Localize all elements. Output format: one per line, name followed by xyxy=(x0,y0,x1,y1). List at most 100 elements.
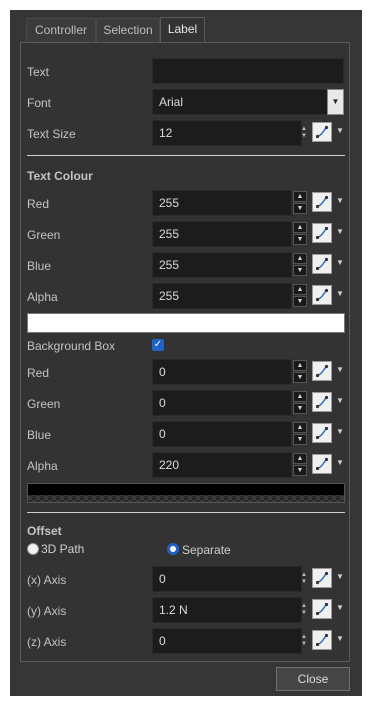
function-curve-button[interactable] xyxy=(312,361,332,381)
background-box-checkbox[interactable]: ✓ xyxy=(152,339,164,351)
bg-alpha-input[interactable]: 220 xyxy=(152,452,292,478)
y-axis-row: (y) Axis 1.2 N ▲ ▼ ▼ xyxy=(21,597,351,625)
x-axis-row: (x) Axis 0 ▲ ▼ ▼ xyxy=(21,566,351,594)
text-red-stepper[interactable]: ▲ ▼ xyxy=(293,191,307,215)
close-button[interactable]: Close xyxy=(276,667,350,691)
chevron-down-icon[interactable]: ▼ xyxy=(336,227,344,236)
function-curve-icon xyxy=(315,602,329,616)
function-curve-button[interactable] xyxy=(312,285,332,305)
text-red-label: Red xyxy=(27,197,50,211)
function-curve-button[interactable] xyxy=(312,122,332,142)
arrow-up-icon[interactable]: ▲ xyxy=(293,222,307,233)
bg-green-input[interactable]: 0 xyxy=(152,390,292,416)
bg-red-input[interactable]: 0 xyxy=(152,359,292,385)
text-colour-swatch[interactable] xyxy=(27,313,345,333)
bg-blue-stepper[interactable]: ▲ ▼ xyxy=(293,422,307,446)
separate-label: Separate xyxy=(182,543,231,557)
arrow-up-icon[interactable]: ▲ xyxy=(293,191,307,202)
function-curve-button[interactable] xyxy=(312,223,332,243)
text-green-label: Green xyxy=(27,228,61,242)
text-blue-stepper[interactable]: ▲ ▼ xyxy=(293,253,307,277)
bg-blue-label: Blue xyxy=(27,428,52,442)
checkmark-icon: ✓ xyxy=(153,339,163,350)
bg-red-stepper[interactable]: ▲ ▼ xyxy=(293,360,307,384)
x-axis-stepper[interactable]: ▲ ▼ xyxy=(300,572,308,586)
function-curve-icon xyxy=(315,288,329,302)
arrow-down-icon[interactable]: ▼ xyxy=(293,434,307,445)
function-curve-button[interactable] xyxy=(312,192,332,212)
arrow-down-icon[interactable]: ▼ xyxy=(293,372,307,383)
function-curve-icon xyxy=(315,125,329,139)
arrow-up-icon[interactable]: ▲ xyxy=(293,360,307,371)
chevron-down-icon[interactable]: ▼ xyxy=(336,289,344,298)
x-axis-input[interactable]: 0 xyxy=(152,566,302,592)
arrow-up-icon[interactable]: ▲ xyxy=(293,422,307,433)
separate-radio[interactable] xyxy=(167,543,179,555)
text-red-input[interactable]: 255 xyxy=(152,190,292,216)
function-curve-button[interactable] xyxy=(312,454,332,474)
3d-path-radio[interactable] xyxy=(27,543,39,555)
text-blue-input[interactable]: 255 xyxy=(152,252,292,278)
arrow-up-icon[interactable]: ▲ xyxy=(293,453,307,464)
text-size-input[interactable]: 12 xyxy=(152,120,302,146)
chevron-down-icon[interactable]: ▼ xyxy=(336,396,344,405)
function-curve-icon xyxy=(315,226,329,240)
chevron-down-icon[interactable]: ▼ xyxy=(336,258,344,267)
arrow-down-icon[interactable]: ▼ xyxy=(293,403,307,414)
chevron-down-icon[interactable]: ▼ xyxy=(336,196,344,205)
bg-green-row: Green 0 ▲ ▼ ▼ xyxy=(21,390,351,418)
chevron-down-icon[interactable]: ▼ xyxy=(336,603,344,612)
bg-alpha-stepper[interactable]: ▲ ▼ xyxy=(293,453,307,477)
arrow-up-icon[interactable]: ▲ xyxy=(293,284,307,295)
y-axis-stepper[interactable]: ▲ ▼ xyxy=(300,603,308,617)
chevron-down-icon[interactable]: ▼ xyxy=(336,126,344,135)
bg-green-stepper[interactable]: ▲ ▼ xyxy=(293,391,307,415)
function-curve-button[interactable] xyxy=(312,599,332,619)
bg-blue-row: Blue 0 ▲ ▼ ▼ xyxy=(21,421,351,449)
text-row: Text xyxy=(21,58,351,86)
arrow-down-icon[interactable]: ▼ xyxy=(293,465,307,476)
arrow-down-icon[interactable]: ▼ xyxy=(293,265,307,276)
text-alpha-stepper[interactable]: ▲ ▼ xyxy=(293,284,307,308)
function-curve-icon xyxy=(315,633,329,647)
function-curve-button[interactable] xyxy=(312,423,332,443)
chevron-down-icon[interactable]: ▼ xyxy=(336,572,344,581)
text-input[interactable] xyxy=(152,58,344,84)
bg-red-row: Red 0 ▲ ▼ ▼ xyxy=(21,359,351,387)
function-curve-icon xyxy=(315,195,329,209)
tab-selection[interactable]: Selection xyxy=(96,18,160,42)
bg-blue-input[interactable]: 0 xyxy=(152,421,292,447)
arrow-down-icon[interactable]: ▼ xyxy=(293,234,307,245)
function-curve-icon xyxy=(315,395,329,409)
bg-alpha-label: Alpha xyxy=(27,459,58,473)
background-colour-swatch[interactable] xyxy=(27,483,345,503)
function-curve-button[interactable] xyxy=(312,630,332,650)
offset-heading: Offset xyxy=(27,524,62,538)
text-green-input[interactable]: 255 xyxy=(152,221,292,247)
tab-controller[interactable]: Controller xyxy=(26,18,96,42)
chevron-down-icon[interactable]: ▼ xyxy=(336,365,344,374)
function-curve-button[interactable] xyxy=(312,392,332,412)
chevron-down-icon[interactable]: ▼ xyxy=(336,427,344,436)
tab-label[interactable]: Label xyxy=(160,17,205,42)
3d-path-label: 3D Path xyxy=(41,542,85,556)
font-select[interactable]: Arial xyxy=(152,89,328,115)
y-axis-input[interactable]: 1.2 N xyxy=(152,597,302,623)
z-axis-stepper[interactable]: ▲ ▼ xyxy=(300,634,308,648)
arrow-up-icon[interactable]: ▲ xyxy=(293,253,307,264)
font-dropdown-button[interactable]: ▼ xyxy=(327,89,344,115)
text-alpha-input[interactable]: 255 xyxy=(152,283,292,309)
text-green-stepper[interactable]: ▲ ▼ xyxy=(293,222,307,246)
arrow-down-icon[interactable]: ▼ xyxy=(293,296,307,307)
function-curve-button[interactable] xyxy=(312,254,332,274)
chevron-down-icon[interactable]: ▼ xyxy=(336,458,344,467)
arrow-up-icon[interactable]: ▲ xyxy=(293,391,307,402)
z-axis-input[interactable]: 0 xyxy=(152,628,302,654)
text-size-stepper[interactable]: ▲ ▼ xyxy=(300,126,308,140)
chevron-down-icon[interactable]: ▼ xyxy=(336,634,344,643)
arrow-down-icon[interactable]: ▼ xyxy=(293,203,307,214)
function-curve-button[interactable] xyxy=(312,568,332,588)
text-size-label: Text Size xyxy=(27,127,76,141)
y-axis-label: (y) Axis xyxy=(27,604,67,618)
font-row: Font Arial ▼ xyxy=(21,89,351,117)
